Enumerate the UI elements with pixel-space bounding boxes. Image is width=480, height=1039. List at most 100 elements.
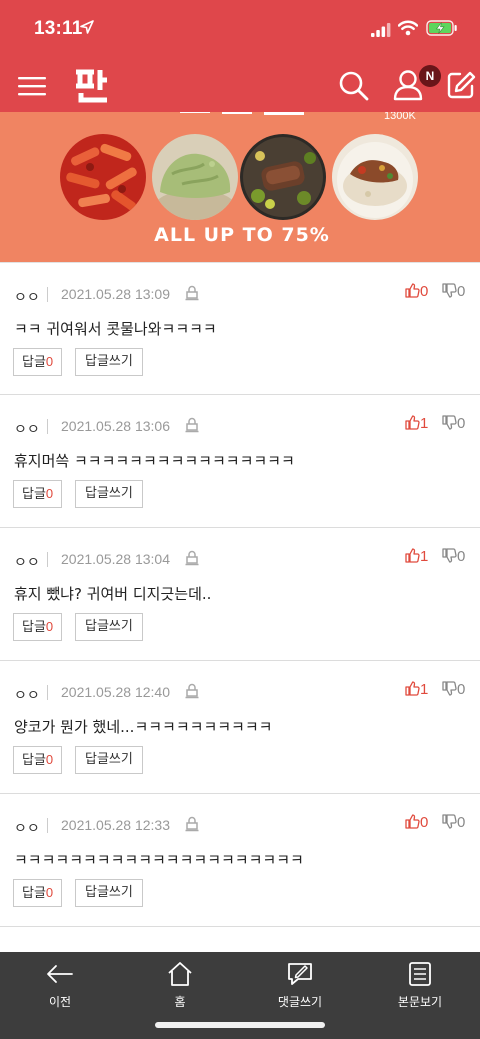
dislike-count: 0 [457,415,466,432]
thumbs-up-icon [405,814,420,829]
comment-write-icon [240,960,360,988]
back-arrow-icon [0,960,120,988]
replies-label: 답글 [22,355,46,370]
comment-item: ㅇㅇ 2021.05.28 13:04 1 0 휴지 뺐냐? 귀여버 디지긋는데… [0,528,480,661]
comment-author[interactable]: ㅇㅇ [14,287,40,307]
divider [47,818,48,833]
thumbs-up-icon [405,415,420,430]
write-reply-button[interactable]: 답글쓰기 [75,879,143,907]
tab-home[interactable]: 홈 [120,960,240,1010]
search-button[interactable] [338,70,370,106]
hamburger-icon [18,77,46,96]
reply-count: 0 [45,619,54,634]
dislike-count: 0 [457,283,466,300]
comment-item: ㅇㅇ 2021.05.28 12:33 0 0 ㅋㅋㅋㅋㅋㅋㅋㅋㅋㅋㅋㅋㅋㅋㅋㅋ… [0,794,480,927]
steak-salad-image [240,134,326,220]
like-button[interactable]: 1 [405,548,428,565]
compose-icon [447,71,476,99]
like-button[interactable]: 1 [405,681,428,698]
comment-text: ㅋㅋ 귀여워서 콧물나와ㅋㅋㅋㅋ [14,320,217,338]
banner-headline: ALL UP TO 75% [154,224,330,246]
pann-logo[interactable] [73,66,111,108]
reply-count: 0 [45,486,54,501]
like-count: 0 [420,283,429,300]
comment-item: ㅇㅇ 2021.05.28 12:40 1 0 양코가 뭔가 했네...ㅋㅋㅋㅋ… [0,661,480,794]
thumbs-down-icon [442,681,457,696]
comment-text: 휴지 뺐냐? 귀여버 디지긋는데.. [14,585,212,603]
write-post-button[interactable] [446,70,476,104]
hamburger-menu-button[interactable] [18,73,46,99]
report-icon[interactable] [185,816,199,836]
search-icon [339,71,369,101]
divider [47,287,48,302]
comment-date: 2021.05.28 13:04 [61,551,170,567]
home-icon [120,960,240,988]
report-icon[interactable] [185,550,199,570]
like-count: 1 [420,548,429,565]
tab-previous[interactable]: 이전 [0,960,120,1010]
tab-view-article[interactable]: 본문보기 [360,960,480,1010]
matcha-ice-cream-image [152,134,238,220]
comment-item: ㅇㅇ 2021.05.28 13:06 1 0 휴지머쓱 ㅋㅋㅋㅋㅋㅋㅋㅋㅋㅋㅋ… [0,395,480,528]
pann-logo-icon [76,69,107,103]
comment-item: ㅇㅇ 2021.05.28 13:09 0 0 ㅋㅋ 귀여워서 콧물나와ㅋㅋㅋㅋ… [0,262,480,395]
tab-view-article-label: 본문보기 [397,995,443,1009]
comment-text: 휴지머쓱 ㅋㅋㅋㅋㅋㅋㅋㅋㅋㅋㅋㅋㅋㅋㅋㅋ [14,452,295,470]
replies-button[interactable]: 답글0 [13,348,63,376]
replies-label: 답글 [22,886,46,901]
divider [47,419,48,434]
divider [47,552,48,567]
dislike-button[interactable]: 0 [442,681,465,698]
ad-banner[interactable]: 1300K ALL UP TO 75% [0,112,480,262]
dislike-count: 0 [457,548,466,565]
comment-text: ㅋㅋㅋㅋㅋㅋㅋㅋㅋㅋㅋㅋㅋㅋㅋㅋㅋㅋㅋㅋㅋ [14,851,304,869]
like-button[interactable]: 0 [405,283,428,300]
replies-button[interactable]: 답글0 [13,480,63,508]
report-icon[interactable] [185,683,199,703]
tab-write-comment[interactable]: 댓글쓰기 [240,960,360,1010]
write-reply-button[interactable]: 답글쓰기 [75,746,143,774]
home-indicator[interactable] [155,1022,325,1028]
thumbs-down-icon [442,548,457,563]
location-arrow-icon [80,19,94,38]
like-button[interactable]: 1 [405,415,428,432]
comment-date: 2021.05.28 13:09 [61,286,170,302]
thumbs-up-icon [405,548,420,563]
dislike-button[interactable]: 0 [442,283,465,300]
thumbs-down-icon [442,814,457,829]
comment-author[interactable]: ㅇㅇ [14,552,40,572]
status-bar: 13:11 [0,0,480,60]
report-icon[interactable] [185,417,199,437]
comment-date: 2021.05.28 12:40 [61,684,170,700]
thumbs-down-icon [442,283,457,298]
tab-write-comment-label: 댓글쓰기 [277,995,323,1009]
tab-previous-label: 이전 [48,995,72,1009]
replies-button[interactable]: 답글0 [13,879,63,907]
write-reply-button[interactable]: 답글쓰기 [75,348,143,376]
top-navigation-bar: N [0,60,480,112]
reply-count: 0 [45,752,54,767]
comment-text: 양코가 뭔가 했네...ㅋㅋㅋㅋㅋㅋㅋㅋㅋㅋ [14,718,273,736]
replies-button[interactable]: 답글0 [13,746,63,774]
like-button[interactable]: 0 [405,814,428,831]
divider [47,685,48,700]
banner-brand: 1300K [384,112,416,122]
replies-button[interactable]: 답글0 [13,613,63,641]
replies-label: 답글 [22,487,46,502]
dislike-button[interactable]: 0 [442,415,465,432]
comment-author[interactable]: ㅇㅇ [14,419,40,439]
comment-author[interactable]: ㅇㅇ [14,685,40,705]
like-count: 1 [420,415,429,432]
dislike-button[interactable]: 0 [442,548,465,565]
dislike-button[interactable]: 0 [442,814,465,831]
wifi-icon [397,20,419,40]
report-icon[interactable] [185,285,199,305]
reply-count: 0 [45,885,54,900]
battery-charging-icon [426,20,458,40]
notification-badge: N [419,65,441,87]
write-reply-button[interactable]: 답글쓰기 [75,613,143,641]
replies-label: 답글 [22,753,46,768]
comment-author[interactable]: ㅇㅇ [14,818,40,838]
write-reply-button[interactable]: 답글쓰기 [75,480,143,508]
reply-count: 0 [45,354,54,369]
